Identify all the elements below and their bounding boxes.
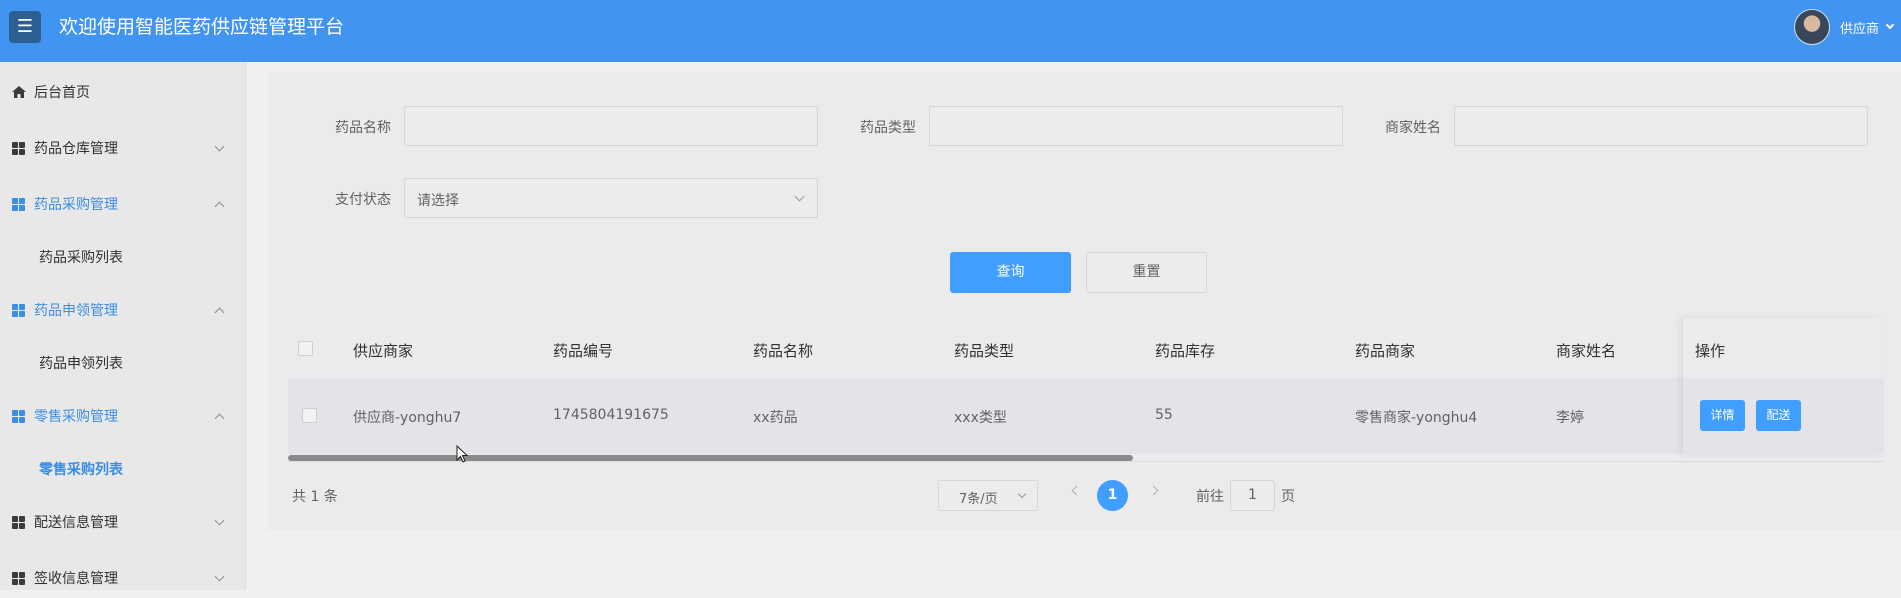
mouse-cursor-icon xyxy=(456,445,468,463)
row-checkbox[interactable] xyxy=(302,408,317,423)
deliver-button[interactable]: 配送 xyxy=(1756,400,1801,431)
user-menu-label[interactable]: 供应商 xyxy=(1840,18,1879,37)
sidebar-group-label: 配送信息管理 xyxy=(34,515,118,531)
goto-label: 前往 xyxy=(1196,489,1224,505)
pay-status-placeholder: 请选择 xyxy=(417,193,459,209)
goto-suffix: 页 xyxy=(1281,489,1295,505)
pay-status-select[interactable]: 请选择 xyxy=(404,178,818,218)
grid-icon xyxy=(12,571,25,585)
chevron-down-icon xyxy=(794,191,805,202)
table-fixed-action-column xyxy=(1683,318,1884,454)
drug-name-label: 药品名称 xyxy=(335,120,391,136)
chevron-up-icon xyxy=(214,413,225,423)
cell-drug-type: xxx类型 xyxy=(954,410,1007,426)
pagination-total: 共 1 条 xyxy=(292,489,338,505)
drug-type-input[interactable] xyxy=(929,106,1343,146)
sidebar-group-purchase[interactable]: 药品采购管理 xyxy=(0,184,246,224)
cell-drug-code: 1745804191675 xyxy=(553,407,669,423)
grid-icon xyxy=(12,515,25,529)
column-header: 操作 xyxy=(1695,342,1726,360)
sidebar-item-home[interactable]: 后台首页 xyxy=(0,72,246,112)
sidebar-group-label: 药品采购管理 xyxy=(34,197,118,213)
query-button[interactable]: 查询 xyxy=(950,252,1071,293)
sidebar-group-claim[interactable]: 药品申领管理 xyxy=(0,290,246,330)
sidebar-group-label: 药品申领管理 xyxy=(34,303,118,319)
sidebar-item-label: 药品申领列表 xyxy=(39,356,123,372)
chevron-down-icon xyxy=(214,141,225,151)
chevron-down-icon[interactable] xyxy=(1885,20,1895,30)
sidebar-item-claim-list[interactable]: 药品申领列表 xyxy=(0,343,246,383)
sidebar: 后台首页 药品仓库管理 药品采购管理 药品采购列表 药品申领管理 药品申领列表 … xyxy=(0,62,246,590)
cell-merchant-name: 李婷 xyxy=(1556,410,1584,426)
reset-button[interactable]: 重置 xyxy=(1086,252,1207,293)
pay-status-label: 支付状态 xyxy=(335,192,391,208)
grid-icon xyxy=(12,141,25,155)
sidebar-group-label: 零售采购管理 xyxy=(34,409,118,425)
chevron-down-icon xyxy=(214,571,225,581)
sidebar-item-label: 后台首页 xyxy=(34,85,90,101)
sidebar-group-label: 药品仓库管理 xyxy=(34,141,118,157)
goto-page-input[interactable]: 1 xyxy=(1230,480,1275,511)
sidebar-item-label: 药品采购列表 xyxy=(39,250,123,266)
chevron-down-icon xyxy=(214,515,225,525)
grid-icon xyxy=(12,409,25,423)
column-header: 供应商家 xyxy=(353,342,414,360)
home-icon xyxy=(12,86,26,98)
chevron-down-icon xyxy=(1017,489,1027,499)
sidebar-group-warehouse[interactable]: 药品仓库管理 xyxy=(0,128,246,168)
menu-toggle-button[interactable]: ☰ xyxy=(9,11,41,43)
page-size-value: 7条/页 xyxy=(959,492,998,507)
merchant-name-input[interactable] xyxy=(1454,106,1868,146)
cell-stock: 55 xyxy=(1155,407,1173,423)
column-header: 药品商家 xyxy=(1355,342,1416,360)
page-size-select[interactable]: 7条/页 xyxy=(938,480,1038,511)
app-title: 欢迎使用智能医药供应链管理平台 xyxy=(59,16,345,38)
select-all-checkbox[interactable] xyxy=(298,341,313,356)
grid-icon xyxy=(12,197,25,211)
chevron-up-icon xyxy=(214,201,225,211)
sidebar-item-purchase-list[interactable]: 药品采购列表 xyxy=(0,237,246,277)
sidebar-group-delivery[interactable]: 配送信息管理 xyxy=(0,502,246,542)
hamburger-icon: ☰ xyxy=(16,16,34,37)
drug-type-label: 药品类型 xyxy=(860,120,916,136)
column-header: 药品名称 xyxy=(753,342,814,360)
page-number-current[interactable]: 1 xyxy=(1097,480,1128,511)
cell-merchant: 零售商家-yonghu4 xyxy=(1355,410,1478,426)
grid-icon xyxy=(12,303,25,317)
merchant-name-label: 商家姓名 xyxy=(1385,120,1441,136)
sidebar-item-retail-list[interactable]: 零售采购列表 xyxy=(0,449,246,489)
sidebar-group-signoff[interactable]: 签收信息管理 xyxy=(0,558,246,598)
sidebar-item-label: 零售采购列表 xyxy=(39,462,123,478)
divider xyxy=(288,461,1883,462)
drug-name-input[interactable] xyxy=(404,106,818,146)
detail-button[interactable]: 详情 xyxy=(1700,400,1745,431)
avatar[interactable] xyxy=(1794,9,1830,45)
column-header: 药品编号 xyxy=(553,342,614,360)
sidebar-group-label: 签收信息管理 xyxy=(34,571,118,587)
top-header: ☰ 欢迎使用智能医药供应链管理平台 供应商 xyxy=(0,0,1901,62)
sidebar-group-retail[interactable]: 零售采购管理 xyxy=(0,396,246,436)
cell-supplier: 供应商-yonghu7 xyxy=(353,410,462,426)
column-header: 商家姓名 xyxy=(1556,342,1617,360)
column-header: 药品类型 xyxy=(954,342,1015,360)
chevron-up-icon xyxy=(214,307,225,317)
column-header: 药品库存 xyxy=(1155,342,1216,360)
cell-drug-name: xx药品 xyxy=(753,410,798,426)
